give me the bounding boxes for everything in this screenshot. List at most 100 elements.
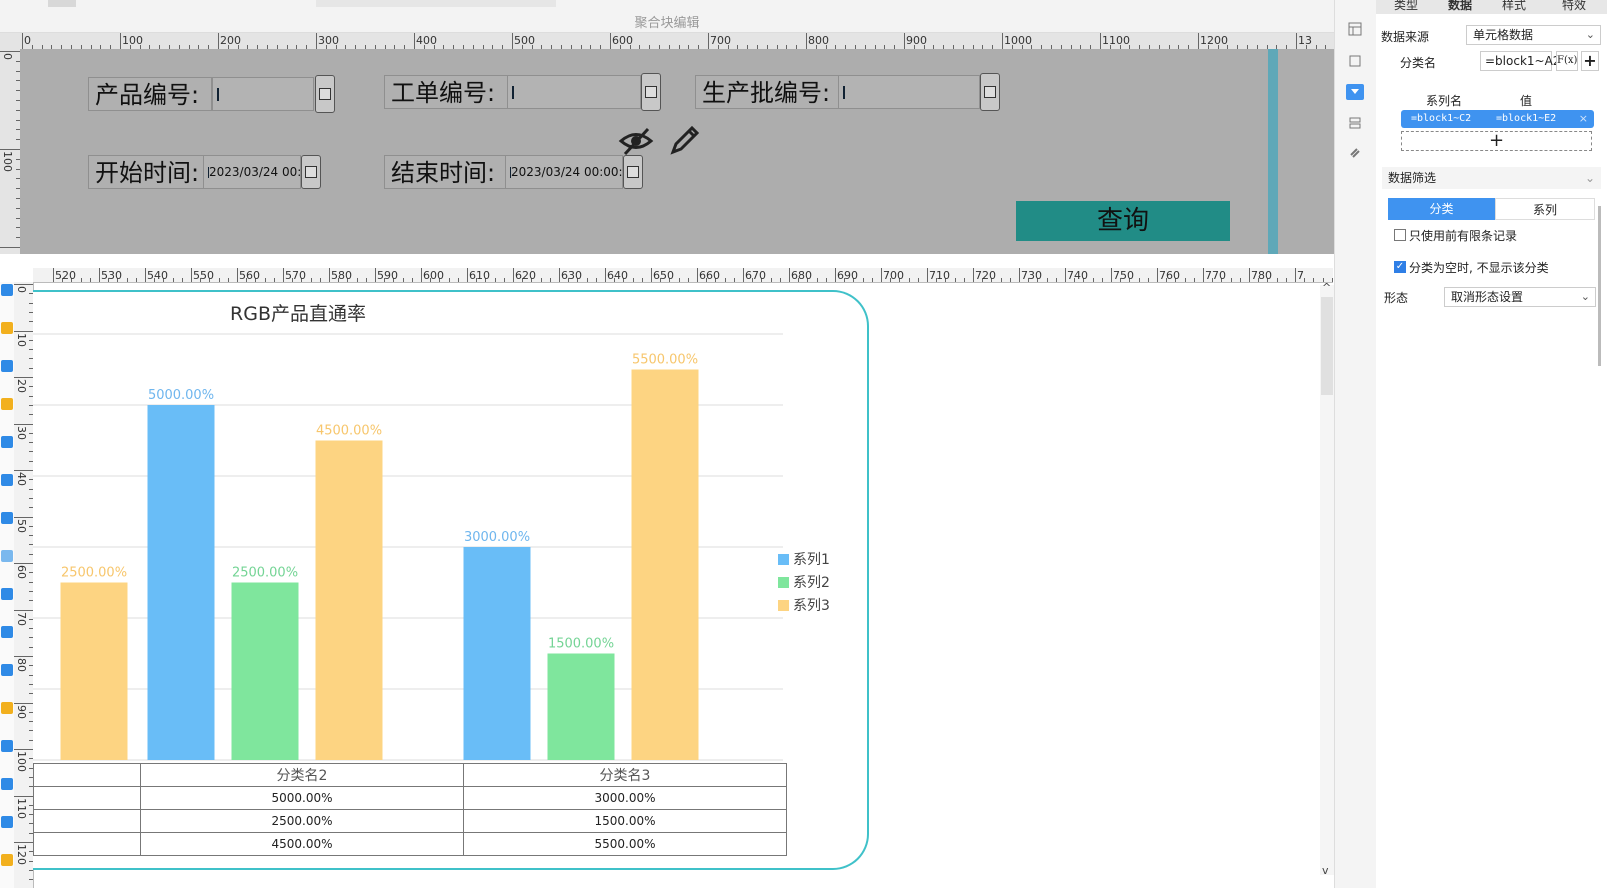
horizontal-scroll-thumb[interactable]	[48, 0, 76, 7]
product-code-input[interactable]	[212, 77, 314, 111]
tab-type[interactable]: 类型	[1394, 0, 1418, 13]
chart-type-icon[interactable]	[1, 398, 13, 410]
chart-type-icon[interactable]	[1, 284, 13, 296]
only-top-checkbox[interactable]	[1394, 229, 1406, 241]
chart-type-icon[interactable]	[1, 322, 13, 334]
ruler-label: 10	[15, 332, 28, 347]
ruler-label: 1200	[1200, 34, 1228, 47]
chart-props-icon[interactable]	[1346, 84, 1364, 100]
ruler-tick	[512, 33, 513, 49]
series-row[interactable]: =block1~C2 =block1~E2 ×	[1401, 110, 1594, 128]
add-series-button[interactable]: +	[1401, 131, 1592, 151]
panel-scrollbar[interactable]	[1598, 206, 1601, 366]
scroll-thumb[interactable]	[1321, 297, 1333, 395]
data-label: 2500.00%	[61, 566, 127, 581]
crop-icon[interactable]	[1346, 54, 1364, 70]
ruler-label: 680	[791, 269, 812, 282]
link-icon[interactable]	[1346, 146, 1364, 162]
ruler-label: 600	[423, 269, 444, 282]
ruler-label: 120	[15, 844, 28, 865]
chart-type-icon[interactable]	[1, 702, 13, 714]
query-button[interactable]: 查询	[1016, 201, 1230, 241]
horizontal-scroll-track[interactable]	[316, 0, 556, 7]
start-time-value: 2023/03/24 00:0(	[209, 165, 301, 179]
data-source-select[interactable]: 单元格数据 ⌄	[1466, 25, 1601, 45]
add-category-button[interactable]: +	[1581, 51, 1599, 71]
layers-icon[interactable]	[1346, 116, 1364, 132]
ruler-tick	[1000, 278, 1002, 282]
ruler-tick	[904, 33, 905, 49]
batch-number-picker-button[interactable]	[980, 73, 1000, 111]
left-ruler: 0 100	[0, 49, 21, 254]
data-label: 4500.00%	[316, 424, 382, 439]
tab-effects[interactable]: 特效	[1562, 0, 1586, 13]
product-code-picker-button[interactable]	[315, 75, 335, 113]
chart-type-icon[interactable]	[1, 588, 13, 600]
series-row-value[interactable]: =block1~E2	[1496, 110, 1556, 128]
chart-type-icon[interactable]	[1, 474, 13, 486]
batch-number-input[interactable]	[838, 75, 980, 109]
editor-top-strip: 聚合块编辑	[0, 0, 1334, 33]
chart-type-icon[interactable]	[1, 512, 13, 524]
end-time-input[interactable]: 2023/03/24 00:00:00	[505, 155, 623, 189]
work-order-input[interactable]	[507, 75, 641, 109]
end-calendar-button[interactable]	[623, 155, 643, 189]
ruler-label: 660	[699, 269, 720, 282]
chart-type-icon[interactable]	[1, 626, 13, 638]
close-icon[interactable]: ×	[1579, 110, 1588, 128]
hide-empty-label: 分类为空时, 不显示该分类	[1409, 261, 1549, 275]
pencil-icon[interactable]	[668, 123, 700, 157]
chart-type-icon[interactable]	[1, 550, 13, 562]
chart-type-icon[interactable]	[1, 740, 13, 752]
ruler-tick	[743, 268, 744, 282]
ruler-label: 530	[101, 269, 122, 282]
seg-category[interactable]: 分类	[1388, 198, 1495, 220]
data-filter-header[interactable]: 数据筛选 ⌄	[1382, 167, 1601, 189]
ruler-tick	[120, 33, 121, 49]
chart-type-icon[interactable]	[1, 360, 13, 372]
chart-type-icon[interactable]	[1, 816, 13, 828]
start-calendar-button[interactable]	[301, 155, 321, 189]
start-time-input[interactable]: 2023/03/24 00:0(	[203, 155, 301, 189]
chart-type-icon[interactable]	[1, 854, 13, 866]
hide-empty-checkbox[interactable]: ✓	[1394, 261, 1406, 273]
collapse-icon[interactable]: ⌄	[1585, 167, 1595, 189]
seg-series[interactable]: 系列	[1495, 198, 1595, 220]
shape-select[interactable]: 取消形态设置 ⌄	[1444, 287, 1596, 307]
chart-type-icon[interactable]	[1, 664, 13, 676]
table-cell: 2500.00%	[140, 809, 464, 833]
work-order-picker-button[interactable]	[641, 73, 661, 111]
ruler-tick	[697, 268, 698, 282]
ruler-tick	[0, 51, 20, 52]
chart-type-icon[interactable]	[1, 436, 13, 448]
formula-button[interactable]: F(x)	[1556, 51, 1578, 71]
ruler-label: 900	[906, 34, 927, 47]
ruler-label: 520	[55, 269, 76, 282]
picker-icon	[984, 86, 996, 98]
chart-type-icon[interactable]	[1, 778, 13, 790]
chart-vertical-scrollbar[interactable]: ^ v	[1320, 281, 1334, 877]
category-name-input[interactable]: =block1~A2	[1480, 51, 1560, 71]
data-label: 5500.00%	[632, 353, 698, 368]
ruler-label: 750	[1113, 269, 1134, 282]
data-label: 2500.00%	[232, 566, 298, 581]
ruler-tick	[632, 278, 634, 282]
ruler-tick	[503, 278, 505, 282]
ruler-tick	[316, 33, 317, 49]
canvas-resize-handle[interactable]	[1268, 49, 1278, 254]
batch-number-label: 生产批编号:	[695, 75, 839, 109]
tab-style[interactable]: 样式	[1502, 0, 1526, 13]
ruler-tick	[1009, 278, 1011, 282]
table-icon[interactable]	[1346, 22, 1364, 38]
ruler-tick	[283, 268, 284, 282]
category-name-label: 分类名	[1400, 56, 1437, 70]
eye-off-icon[interactable]	[618, 124, 654, 158]
scroll-down-icon[interactable]: v	[1322, 864, 1329, 877]
text-caret	[512, 86, 514, 99]
scroll-up-icon[interactable]: ^	[1322, 281, 1331, 294]
chevron-down-icon: ⌄	[1580, 290, 1590, 303]
tab-data[interactable]: 数据	[1448, 0, 1472, 13]
series-row-name[interactable]: =block1~C2	[1411, 110, 1471, 128]
ruler-tick	[402, 278, 404, 282]
ruler-tick	[375, 268, 376, 282]
